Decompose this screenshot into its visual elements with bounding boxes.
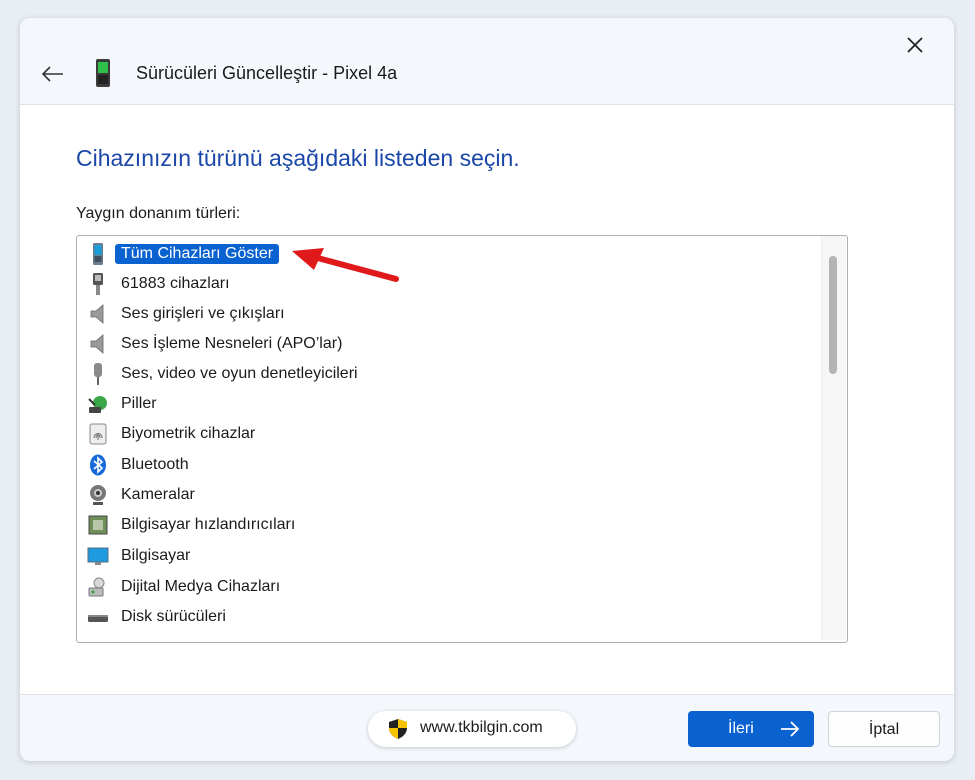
chip-icon xyxy=(88,515,108,535)
watermark-badge: www.tkbilgin.com xyxy=(368,711,576,747)
list-item-label: Tüm Cihazları Göster xyxy=(115,244,280,264)
list-item-audio-processing-objects[interactable]: Ses İşleme Nesneleri (APO’lar) xyxy=(77,330,817,358)
list-item-label: Bluetooth xyxy=(121,456,189,473)
list-item-disk-drives[interactable]: Disk sürücüleri xyxy=(77,603,817,631)
list-item-computer[interactable]: Bilgisayar xyxy=(77,542,817,570)
plug-icon xyxy=(94,363,102,385)
list-item-batteries[interactable]: Piller xyxy=(77,390,817,418)
list-item-bluetooth[interactable]: Bluetooth xyxy=(77,451,817,479)
list-item-digital-media-devices[interactable]: Dijital Medya Cihazları xyxy=(77,573,817,601)
list-item-61883-devices[interactable]: 61883 cihazları xyxy=(77,270,817,298)
battery-icon xyxy=(88,396,107,413)
list-scrollbar[interactable] xyxy=(821,236,846,640)
close-button[interactable] xyxy=(900,30,930,60)
list-item-label: Ses girişleri ve çıkışları xyxy=(121,305,285,322)
dialog-footer: www.tkbilgin.com İleri İptal xyxy=(20,694,954,761)
hardware-type-list[interactable]: Tüm Cihazları Göster 61883 cihazları Ses… xyxy=(76,235,848,643)
list-item-label: Bilgisayar hızlandırıcıları xyxy=(121,516,296,533)
list-item-sound-video-game-controllers[interactable]: Ses, video ve oyun denetleyicileri xyxy=(77,360,817,388)
fingerprint-icon xyxy=(89,423,107,445)
monitor-icon xyxy=(87,547,109,565)
annotation-arrow-icon xyxy=(292,248,399,282)
speaker-icon xyxy=(90,334,104,354)
list-item-computer-accelerators[interactable]: Bilgisayar hızlandırıcıları xyxy=(77,511,817,539)
watermark-text: www.tkbilgin.com xyxy=(420,719,543,736)
list-item-cameras[interactable]: Kameralar xyxy=(77,481,817,509)
scrollbar-thumb[interactable] xyxy=(829,256,837,374)
back-arrow-icon xyxy=(42,66,63,82)
list-item-audio-inputs-outputs[interactable]: Ses girişleri ve çıkışları xyxy=(77,300,817,328)
list-item-label: Piller xyxy=(121,395,157,412)
arrow-right-icon xyxy=(781,721,800,737)
close-icon xyxy=(907,37,923,53)
list-item-label: Bilgisayar xyxy=(121,547,191,564)
title-bar: Sürücüleri Güncelleştir - Pixel 4a xyxy=(20,18,954,105)
list-item-label: Disk sürücüleri xyxy=(121,608,226,625)
cancel-button-label: İptal xyxy=(868,721,900,738)
speaker-icon xyxy=(90,304,104,324)
cancel-button[interactable]: İptal xyxy=(828,711,940,747)
phone-device-icon xyxy=(96,59,110,87)
update-drivers-dialog: Sürücüleri Güncelleştir - Pixel 4a Cihaz… xyxy=(20,18,954,761)
list-item-label: Biyometrik cihazlar xyxy=(121,425,256,442)
camera-icon xyxy=(90,485,106,505)
shield-icon xyxy=(389,719,407,739)
back-button[interactable] xyxy=(38,59,68,89)
media-device-icon xyxy=(88,577,105,597)
window-title: Sürücüleri Güncelleştir - Pixel 4a xyxy=(136,63,398,83)
disk-drive-icon xyxy=(88,615,108,622)
hardware-types-label: Yaygın donanım türleri: xyxy=(76,205,241,222)
list-item-label: 61883 cihazları xyxy=(121,275,230,292)
bluetooth-icon xyxy=(90,454,106,476)
list-item-label: Kameralar xyxy=(121,486,195,503)
list-item-biometric-devices[interactable]: Biyometrik cihazlar xyxy=(77,420,817,448)
phone-device-icon xyxy=(93,243,103,265)
next-button-label: İleri xyxy=(728,720,754,737)
list-item-label: Ses İşleme Nesneleri (APO’lar) xyxy=(121,335,343,352)
firewire-connector-icon xyxy=(93,273,103,295)
next-button[interactable]: İleri xyxy=(688,711,814,747)
list-item-show-all-devices[interactable]: Tüm Cihazları Göster xyxy=(77,240,817,268)
list-item-label: Ses, video ve oyun denetleyicileri xyxy=(121,365,358,382)
page-heading: Cihazınızın türünü aşağıdaki listeden se… xyxy=(76,145,520,171)
list-item-label: Dijital Medya Cihazları xyxy=(121,578,281,595)
